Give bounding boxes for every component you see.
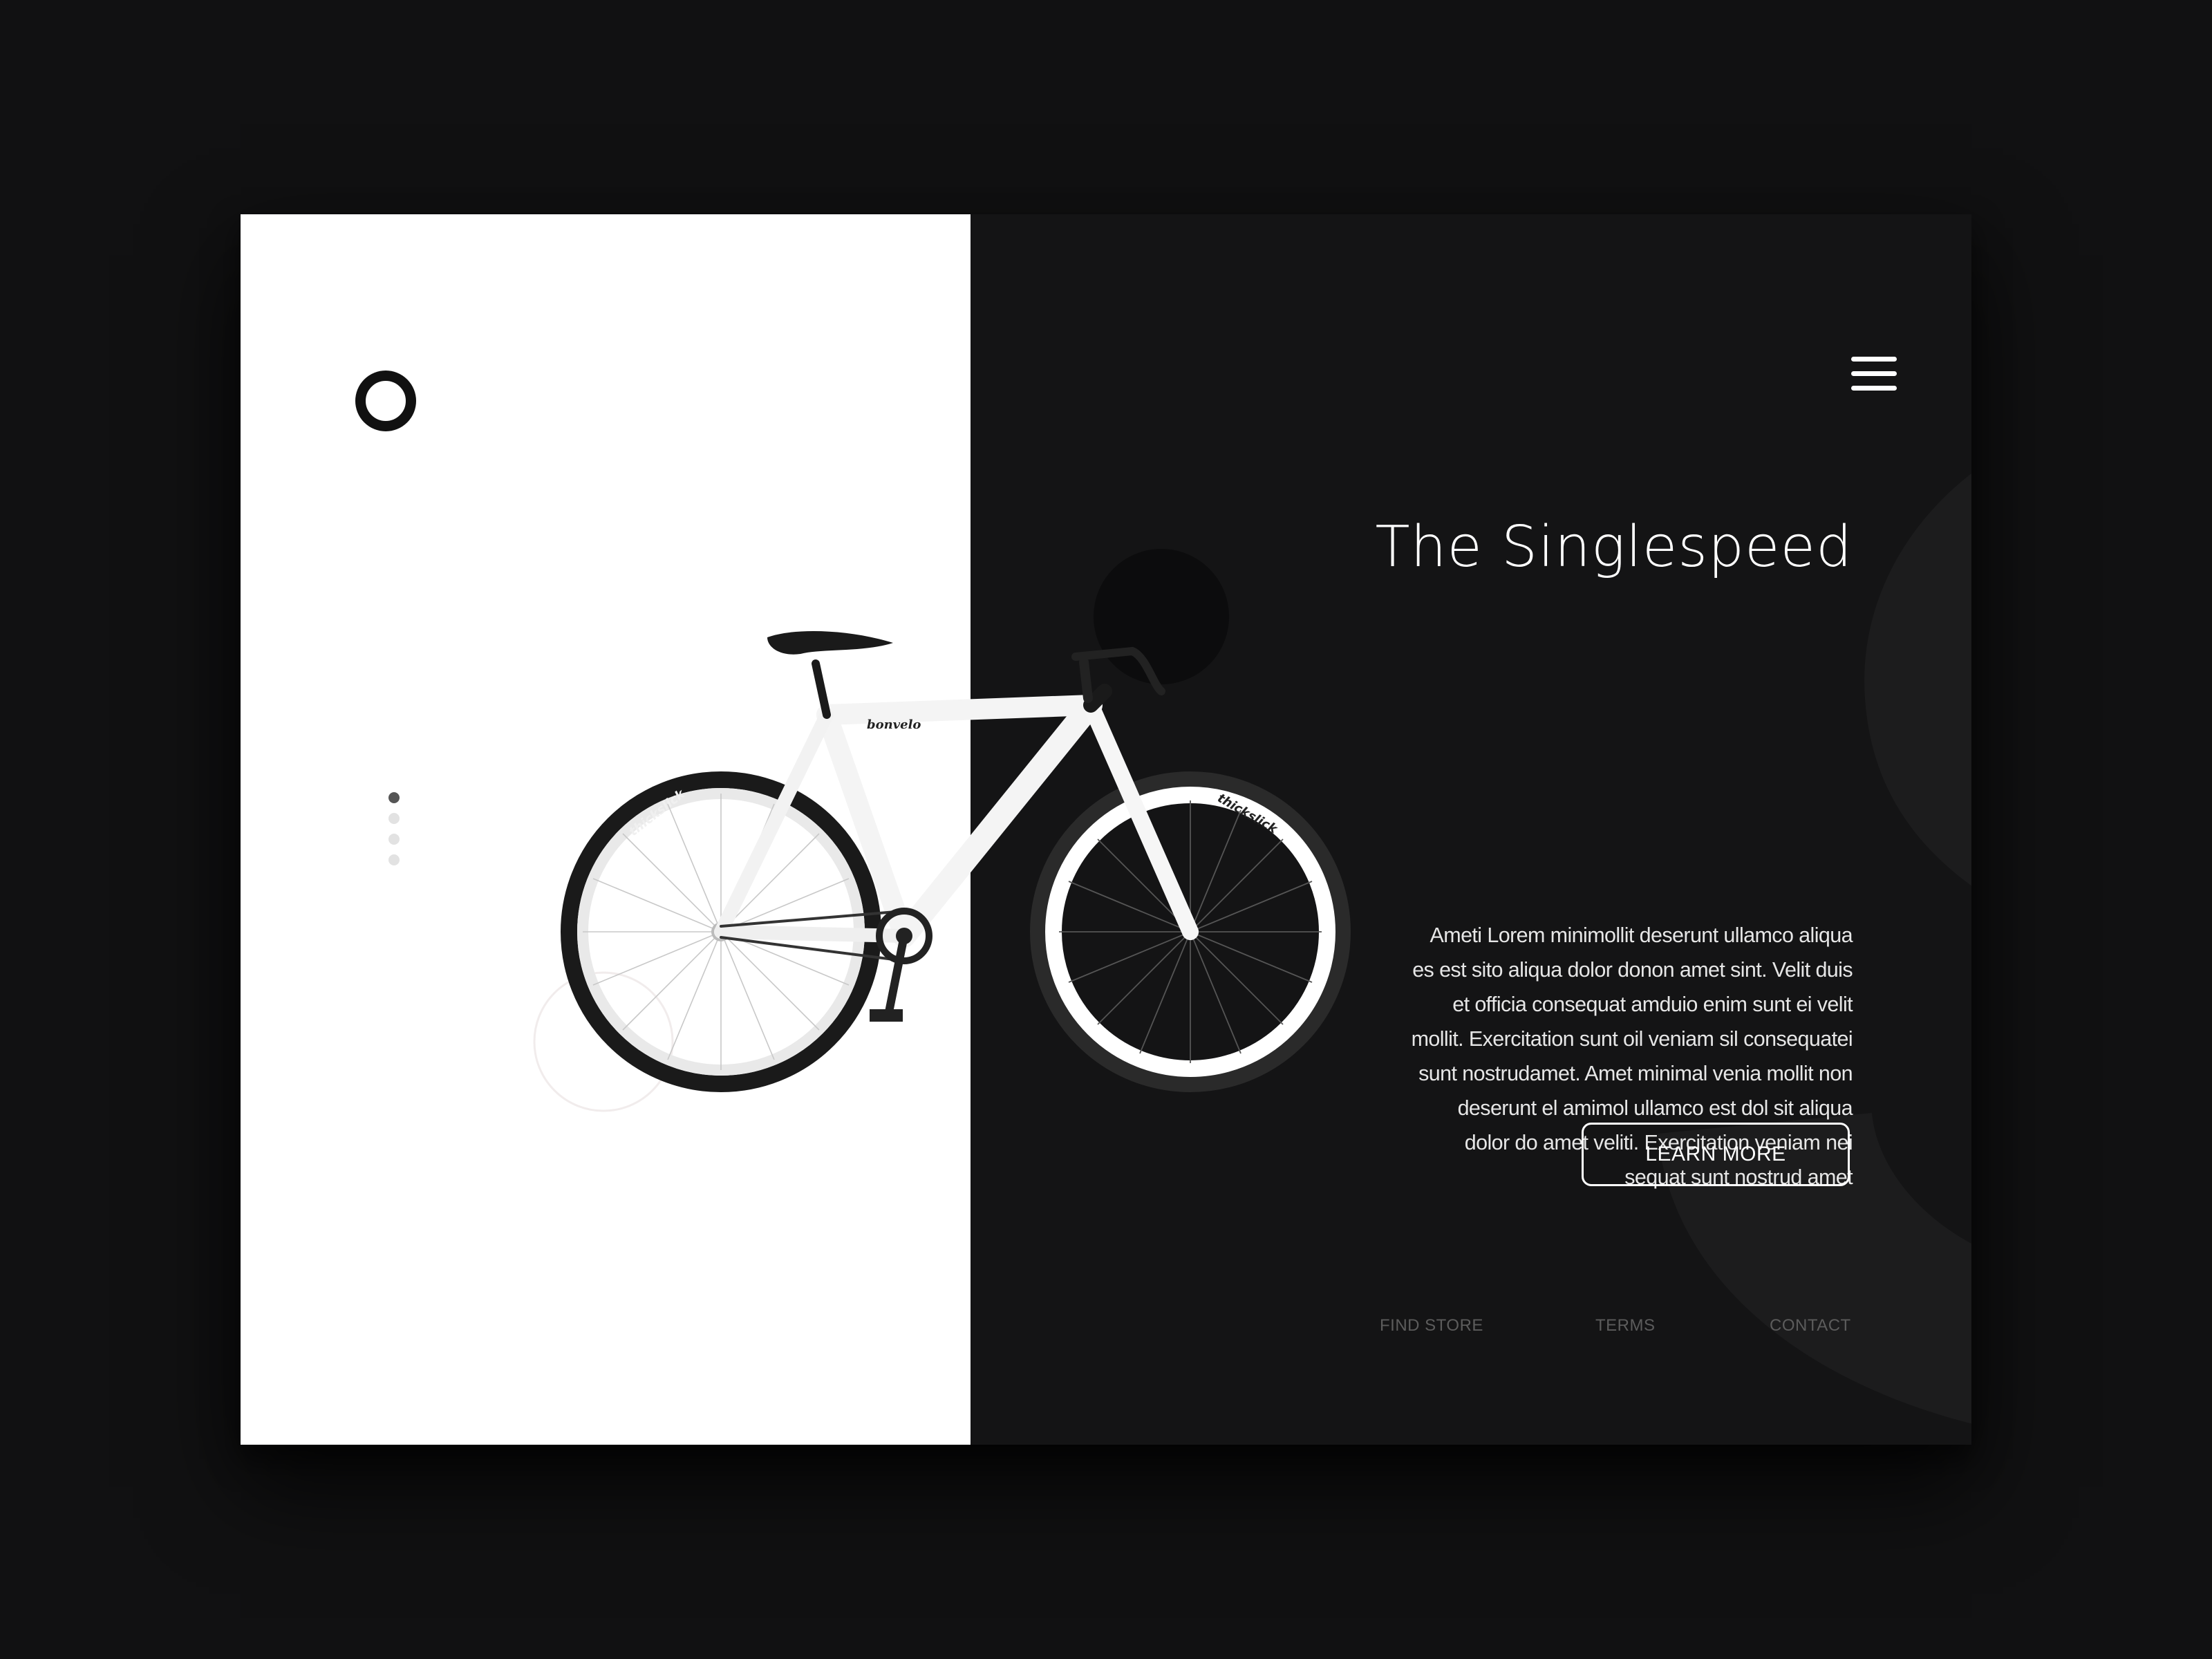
learn-more-button[interactable]: LEARN MORE (1582, 1123, 1850, 1186)
footer-link-find-store[interactable]: FIND STORE (1380, 1316, 1483, 1335)
bike-frame (714, 630, 1199, 1022)
hero-card: bonvelo thickslick thickslick The Single… (241, 214, 1971, 1445)
bicycle-image: bonvelo thickslick thickslick (533, 549, 1351, 1112)
decor-dark-circle (1094, 549, 1229, 684)
decor-light-circle (533, 971, 674, 1112)
footer-link-contact[interactable]: CONTACT (1770, 1316, 1851, 1335)
frame-brand-label: bonvelo (867, 718, 921, 732)
footer-link-terms[interactable]: TERMS (1595, 1316, 1656, 1335)
page-title: The Singlespeed (1375, 514, 1853, 580)
